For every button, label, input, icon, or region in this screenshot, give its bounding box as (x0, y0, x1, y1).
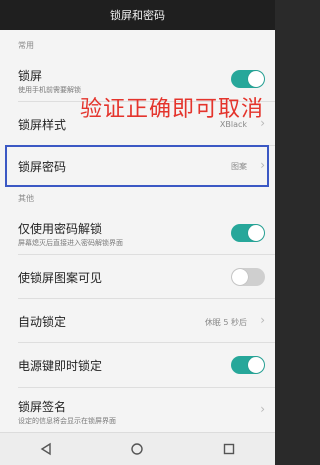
password-unlock-toggle[interactable] (231, 224, 265, 242)
annotation-text: 验证正确即可取消 (80, 97, 265, 122)
toggle-knob (248, 225, 264, 241)
section-header-other: 其他 (18, 194, 34, 203)
back-icon[interactable] (36, 439, 56, 459)
row-title: 锁屏签名 (18, 400, 67, 414)
row-value: 休眠 5 秒后 (204, 318, 247, 327)
toggle-knob (232, 269, 248, 285)
toggle-knob (248, 71, 264, 87)
row-title: 锁屏样式 (18, 118, 67, 132)
pattern-visible-toggle[interactable] (231, 268, 265, 286)
row-title: 仅使用密码解锁 (18, 222, 103, 236)
row-subtitle: 屏幕熄灭后直接进入密码解锁界面 (18, 239, 123, 247)
section-header-common: 常用 (18, 41, 34, 50)
row-auto-lock[interactable]: 自动锁定 休眠 5 秒后 › (0, 299, 275, 342)
row-signature[interactable]: 锁屏签名 设定的信息将会显示在锁屏界面 › (0, 388, 275, 432)
row-title: 自动锁定 (18, 315, 67, 329)
home-icon[interactable] (127, 439, 147, 459)
row-password-unlock[interactable]: 仅使用密码解锁 屏幕熄灭后直接进入密码解锁界面 (0, 210, 275, 254)
navigation-bar (0, 432, 275, 465)
row-pattern-visible[interactable]: 使锁屏图案可见 (0, 255, 275, 298)
chevron-right-icon: › (260, 402, 265, 416)
title-bar: 锁屏和密码 (0, 0, 275, 30)
chevron-right-icon: › (260, 313, 265, 327)
lock-screen-toggle[interactable] (231, 70, 265, 88)
recents-icon[interactable] (219, 439, 239, 459)
page-title: 锁屏和密码 (110, 9, 165, 22)
row-title: 使锁屏图案可见 (18, 271, 103, 285)
toggle-knob (248, 357, 264, 373)
row-title: 锁屏 (18, 69, 43, 83)
row-power-lock[interactable]: 电源键即时锁定 (0, 343, 275, 387)
highlight-box (5, 145, 269, 187)
row-subtitle: 使用手机前需要解锁 (18, 86, 81, 94)
power-lock-toggle[interactable] (231, 356, 265, 374)
row-subtitle: 设定的信息将会显示在锁屏界面 (18, 417, 116, 425)
row-title: 电源键即时锁定 (18, 359, 103, 373)
